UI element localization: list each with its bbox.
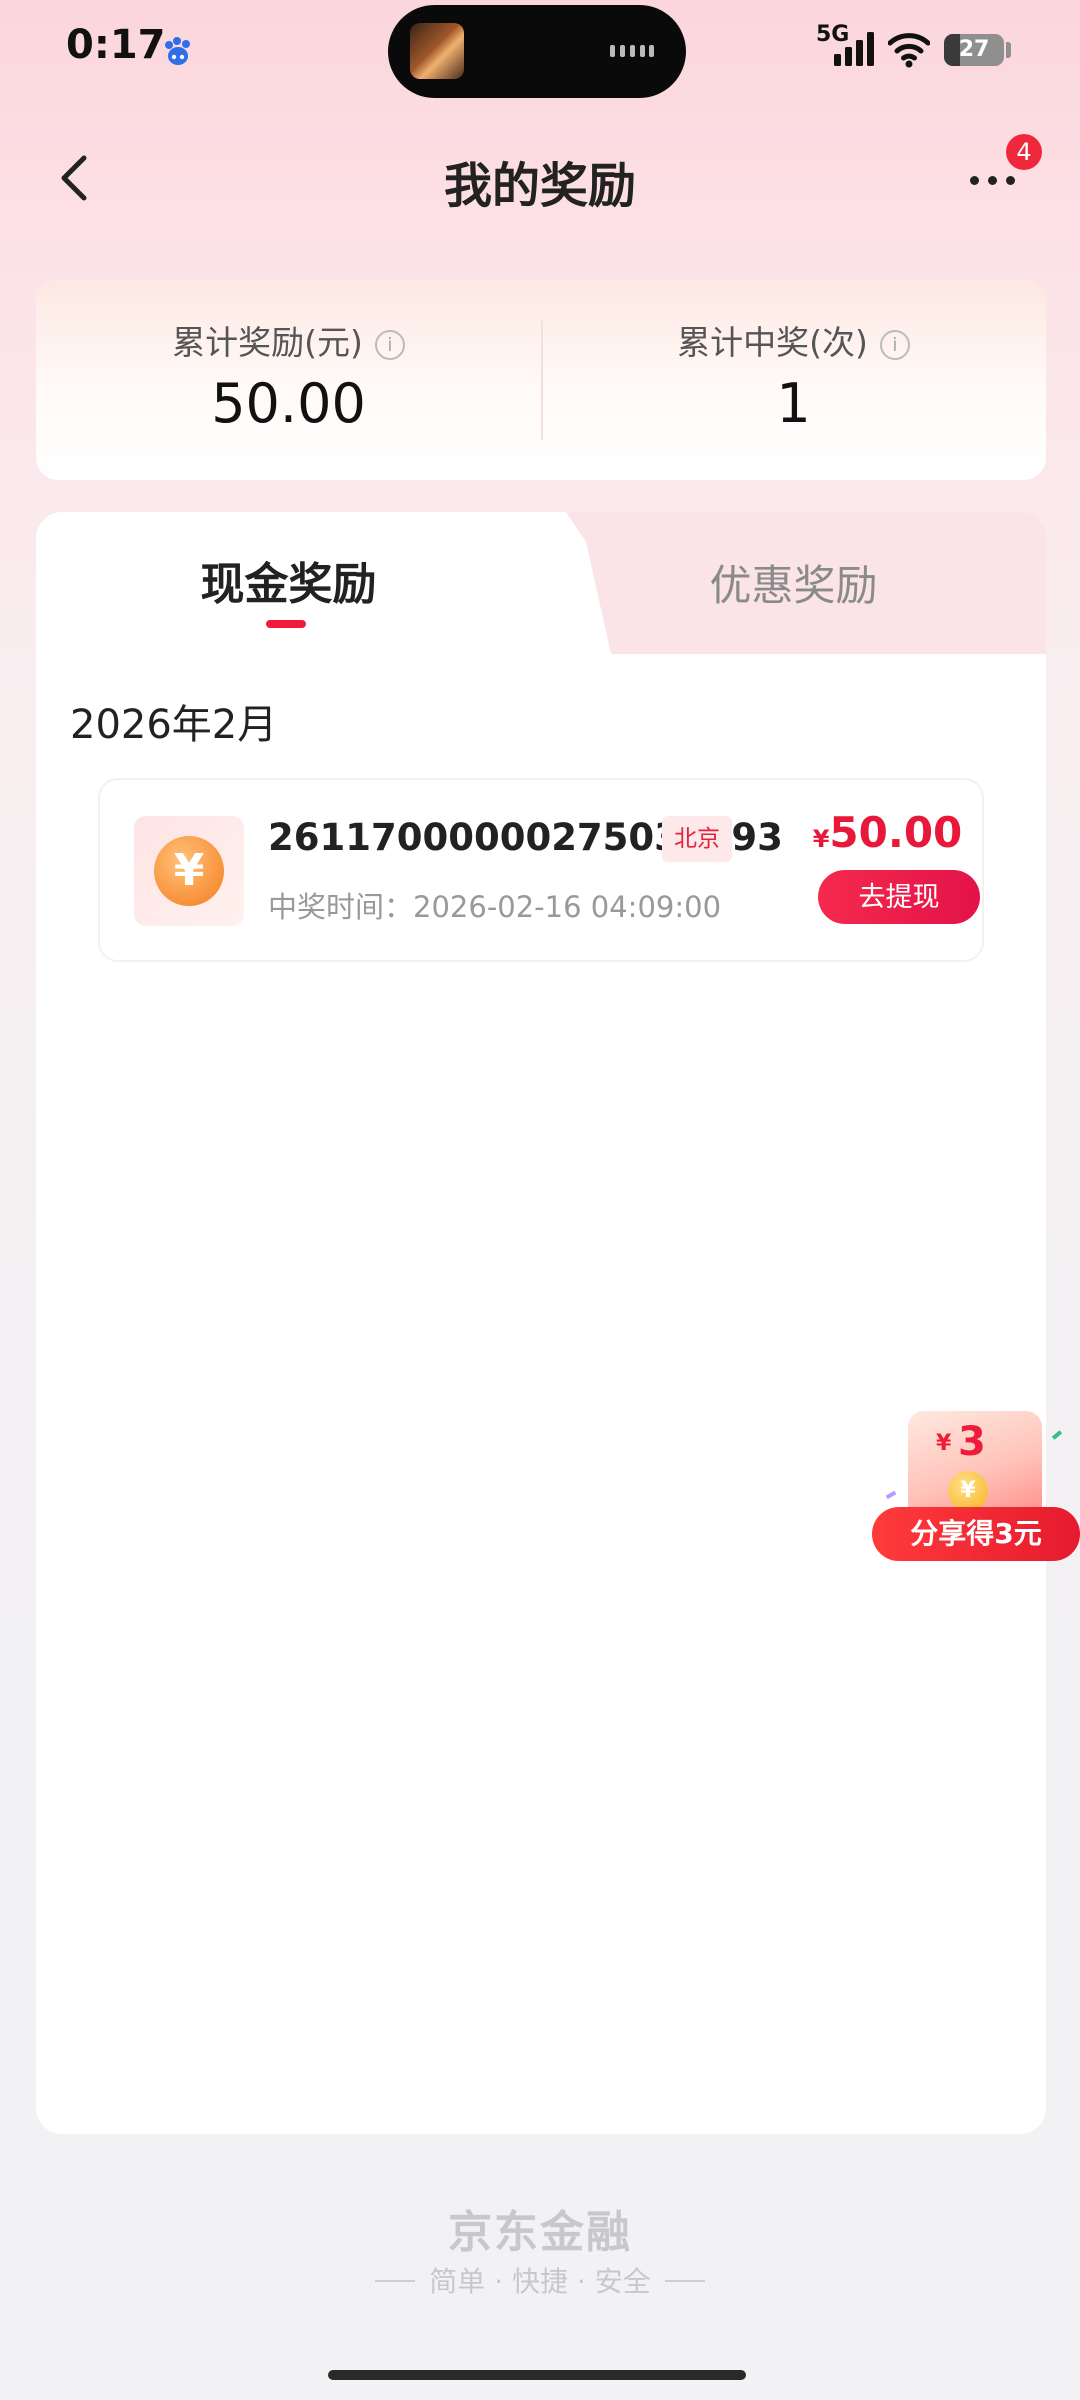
city-tag: 北京 <box>662 816 732 862</box>
reward-icon: ¥ <box>134 816 244 926</box>
coin-icon: ¥ <box>948 1471 988 1511</box>
slogan-divider <box>375 2280 416 2282</box>
dynamic-island[interactable] <box>388 5 686 98</box>
win-time: 中奖时间：2026-02-16 04:09:00 <box>268 884 721 926</box>
confetti-decoration <box>1051 1430 1063 1440</box>
total-wins-stat: 累计中奖(次) i 1 <box>541 280 1046 480</box>
share-widget[interactable]: ¥ 3 ¥ 分享得3元 <box>872 1405 1080 1565</box>
cellular-signal-icon <box>834 32 874 66</box>
info-icon[interactable]: i <box>879 330 910 360</box>
audio-wave-icon <box>610 45 654 57</box>
total-wins-value: 1 <box>776 372 811 435</box>
total-reward-value: 50.00 <box>211 372 366 435</box>
reward-list-item[interactable]: ¥ 26117000000275030193 北京 中奖时间：2026-02-1… <box>98 778 984 962</box>
month-header: 2026年2月 <box>70 702 278 748</box>
footer-brand: 京东金融 <box>448 2207 632 2258</box>
currency-symbol: ¥ <box>812 825 830 853</box>
media-thumbnail <box>410 23 464 79</box>
gift-amount: 3 <box>958 1419 986 1465</box>
gift-currency: ¥ <box>936 1431 952 1456</box>
rewards-panel: 现金奖励 优惠奖励 2026年2月 ¥ 26117000000275030193… <box>36 512 1046 2134</box>
summary-card: 累计奖励(元) i 50.00 累计中奖(次) i 1 <box>36 280 1046 480</box>
total-reward-label-row: 累计奖励(元) i <box>36 316 541 364</box>
total-reward-label: 累计奖励(元) <box>172 323 363 362</box>
tab-bar: 现金奖励 优惠奖励 <box>36 512 1046 654</box>
battery-tip <box>1006 42 1011 58</box>
more-dot <box>970 176 979 185</box>
wifi-icon <box>888 33 930 68</box>
reward-amount: ¥50.00 <box>800 808 975 857</box>
info-icon[interactable]: i <box>374 330 405 360</box>
home-indicator[interactable] <box>328 2370 746 2380</box>
battery-percent: 27 <box>958 37 990 62</box>
footer-slogan: 简单 · 快捷 · 安全 <box>429 2265 651 2298</box>
total-wins-label-row: 累计中奖(次) i <box>541 316 1046 364</box>
footer-slogan-row: 简单 · 快捷 · 安全 <box>0 2260 1080 2300</box>
baidu-app-icon <box>165 37 190 65</box>
more-dot <box>988 176 997 185</box>
page-title: 我的奖励 <box>443 158 636 214</box>
status-time: 0:17 <box>66 22 166 68</box>
win-time-value: 2026-02-16 04:09:00 <box>413 890 722 924</box>
amount-value: 50.00 <box>829 808 963 857</box>
total-wins-label: 累计中奖(次) <box>677 323 868 362</box>
nav-bar: 我的奖励 <box>0 120 1080 240</box>
notification-badge: 4 <box>1006 134 1042 170</box>
slogan-divider <box>664 2280 705 2282</box>
battery-level <box>944 34 961 66</box>
tab-cash-rewards[interactable]: 现金奖励 <box>36 548 541 612</box>
battery-icon: 27 <box>944 34 1004 66</box>
yuan-coin-icon: ¥ <box>154 836 224 906</box>
active-tab-indicator <box>266 620 306 628</box>
total-reward-stat: 累计奖励(元) i 50.00 <box>36 280 541 480</box>
withdraw-button[interactable]: 去提现 <box>818 870 980 924</box>
status-bar: 0:17 5G 27 <box>0 0 1080 110</box>
more-dot <box>1006 176 1015 185</box>
win-time-label: 中奖时间： <box>268 890 414 924</box>
share-button[interactable]: 分享得3元 <box>872 1507 1080 1561</box>
confetti-decoration <box>885 1490 897 1500</box>
tab-coupon-rewards[interactable]: 优惠奖励 <box>541 552 1046 613</box>
